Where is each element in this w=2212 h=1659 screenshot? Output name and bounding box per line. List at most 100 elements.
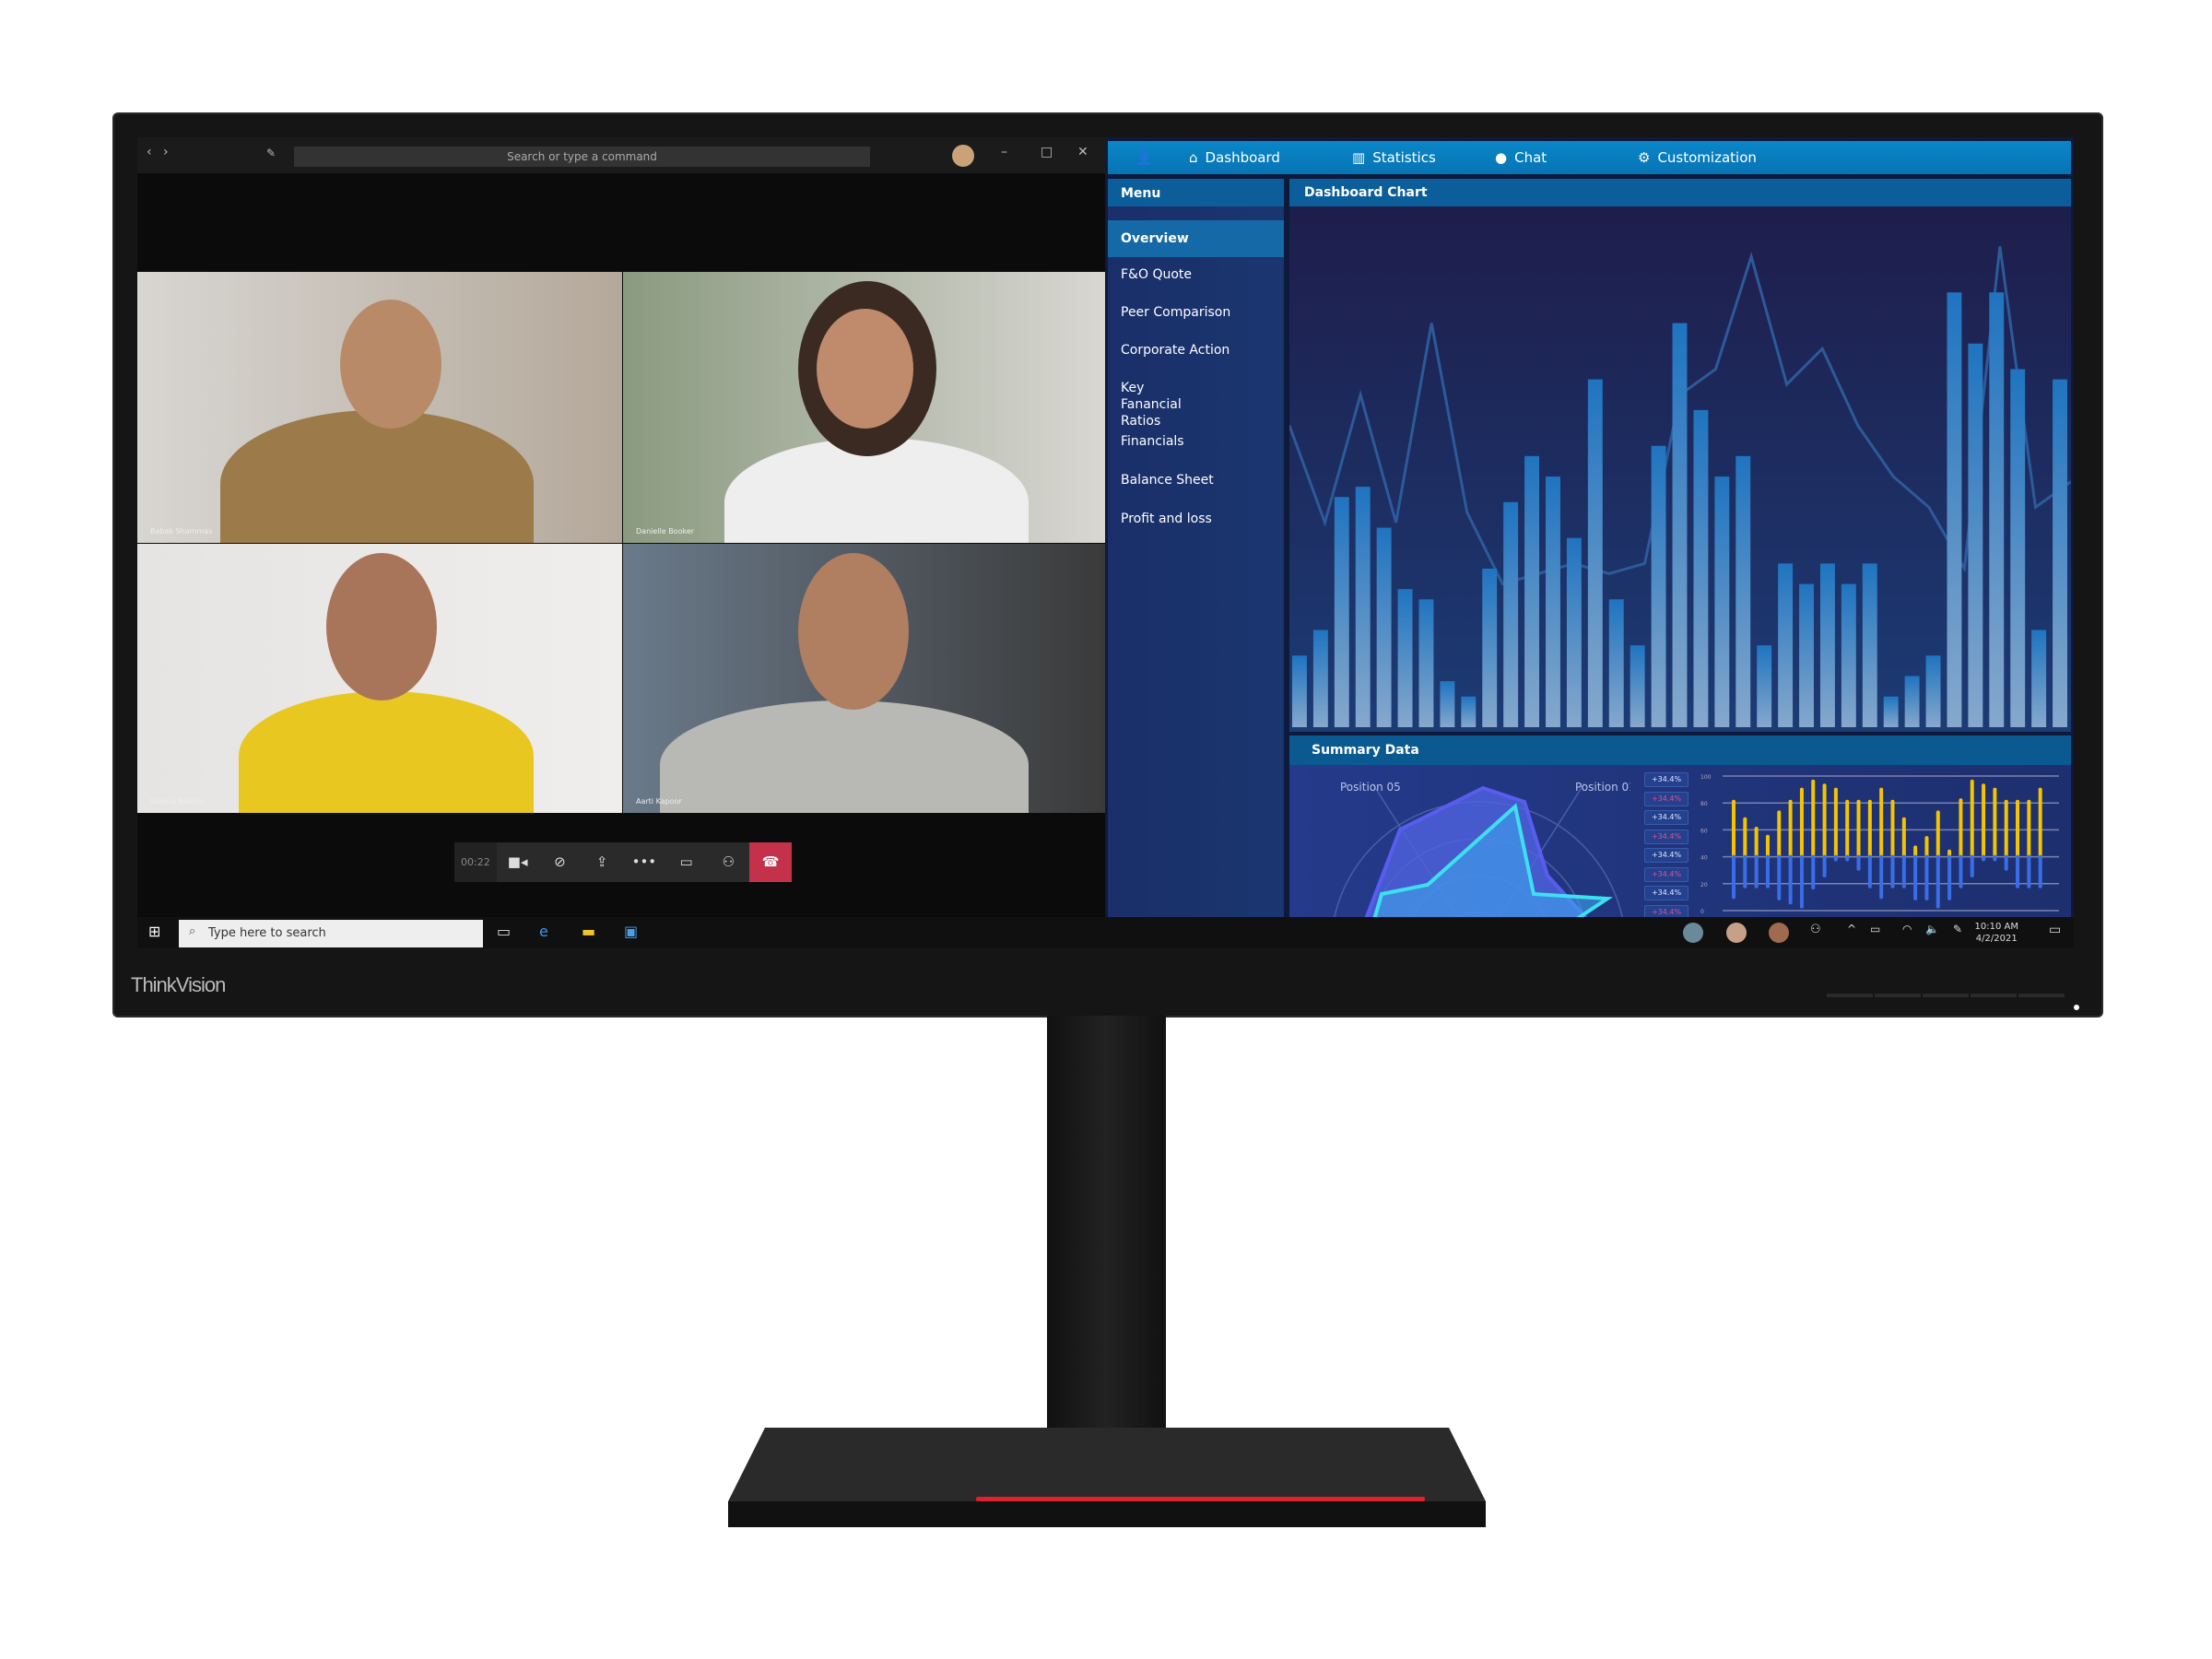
notifications-icon[interactable]: ▭ xyxy=(2049,923,2061,937)
chart-bar xyxy=(1630,645,1645,727)
menu-title: Menu xyxy=(1108,179,1284,206)
edge-icon[interactable]: e xyxy=(539,923,548,940)
dashboard-chart-panel: Dashboard Chart xyxy=(1289,179,2071,732)
chart-bar xyxy=(1841,583,1856,727)
chart-bar xyxy=(1312,629,1328,727)
time: 10:10 AM xyxy=(1974,922,2018,932)
chart-bar xyxy=(1672,323,1688,727)
people-icon[interactable]: ⚇ xyxy=(1810,923,1821,936)
chat-icon[interactable]: ▭ xyxy=(665,842,708,882)
search-input[interactable]: Search or type a command xyxy=(294,147,870,167)
video-tile[interactable]: Aarti Kapoor xyxy=(623,544,1105,813)
share-screen-icon[interactable]: ⇪ xyxy=(581,842,623,882)
home-icon: ⌂ xyxy=(1189,149,1198,166)
contact-avatar[interactable] xyxy=(1726,923,1747,943)
chart-bar xyxy=(1714,477,1730,727)
taskbar: ⊞ Type here to search ⌕ ▭ e ▬ ▣ ⚇ ^ ▭ ◠ … xyxy=(137,917,2074,948)
contact-avatar[interactable] xyxy=(1769,923,1789,943)
forward-icon[interactable]: › xyxy=(163,145,169,159)
more-icon[interactable]: ••• xyxy=(623,842,665,882)
call-timer: 00:22 xyxy=(454,842,497,882)
call-controls: 00:22 ■◂ ⊘ ⇪ ••• ▭ ⚇ ☎ xyxy=(454,842,792,882)
nav-chat[interactable]: ● Chat xyxy=(1495,149,1547,166)
monitor-stand-base xyxy=(728,1428,1486,1527)
windows-start-icon[interactable]: ⊞ xyxy=(148,923,160,940)
radar-label: Position 05 xyxy=(1340,781,1401,794)
chart-bar xyxy=(1735,455,1751,727)
y-tick-label: 40 xyxy=(1700,855,1708,862)
chart-bar xyxy=(1883,696,1899,727)
chart-bar xyxy=(1334,497,1349,727)
clock[interactable]: 10:10 AM 4/2/2021 xyxy=(1975,921,2018,945)
maximize-icon[interactable]: □ xyxy=(1041,145,1053,159)
sidebar-item-key-ratios[interactable]: Key Fanancial Ratios xyxy=(1108,380,1209,429)
nav-label: Dashboard xyxy=(1205,149,1280,166)
participant-name: Danielle Booker xyxy=(636,527,695,535)
chart-bar xyxy=(1862,563,1877,727)
chart-bar xyxy=(1693,409,1709,727)
chart-bar xyxy=(1503,501,1519,727)
wifi-icon[interactable]: ◠ xyxy=(1902,923,1912,935)
nav-dashboard[interactable]: ⌂ Dashboard xyxy=(1189,149,1280,166)
compose-icon[interactable]: ✎ xyxy=(266,147,276,159)
close-icon[interactable]: ✕ xyxy=(1077,145,1088,159)
nav-label: Statistics xyxy=(1372,149,1436,166)
date: 4/2/2021 xyxy=(1975,934,2018,944)
chart-bar xyxy=(1904,676,1920,727)
sidebar-item-peer-comparison[interactable]: Peer Comparison xyxy=(1108,304,1284,321)
task-view-icon[interactable]: ▭ xyxy=(497,923,511,940)
volume-icon[interactable]: 🔈 xyxy=(1925,923,1939,935)
teams-title-bar: ‹ › ✎ Search or type a command – □ ✕ xyxy=(137,137,1105,173)
contact-avatar[interactable] xyxy=(1683,923,1703,943)
search-icon: ⌕ xyxy=(189,924,196,938)
sidebar-item-financials[interactable]: Financials xyxy=(1108,433,1284,450)
battery-icon[interactable]: ▭ xyxy=(1870,923,1880,935)
monitor-stand-neck xyxy=(1047,1016,1166,1463)
pen-icon[interactable]: ✎ xyxy=(1953,923,1962,935)
summary-title: Summary Data xyxy=(1289,735,2071,765)
video-tile[interactable]: Serena Ribeiro xyxy=(137,544,622,813)
back-icon[interactable]: ‹ xyxy=(147,145,152,159)
chart-bar xyxy=(1819,563,1835,727)
change-badge: +34.4% xyxy=(1644,791,1688,806)
chart-bar xyxy=(2010,369,2026,727)
store-icon[interactable]: ▣ xyxy=(624,923,638,940)
video-tile[interactable]: Babak Shammas xyxy=(137,272,622,543)
camera-icon[interactable]: ■◂ xyxy=(497,842,539,882)
sidebar-item-fo-quote[interactable]: F&O Quote xyxy=(1108,266,1284,283)
y-tick-label: 80 xyxy=(1700,801,1708,807)
user-icon[interactable]: 👤 xyxy=(1135,149,1153,166)
avatar[interactable] xyxy=(952,145,974,167)
nav-customization[interactable]: ⚙ Customization xyxy=(1638,149,1757,166)
file-explorer-icon[interactable]: ▬ xyxy=(582,923,595,940)
participants-icon[interactable]: ⚇ xyxy=(708,842,750,882)
change-badge: +34.4% xyxy=(1644,866,1688,882)
power-led xyxy=(2074,1005,2079,1010)
chevron-up-icon[interactable]: ^ xyxy=(1847,923,1856,935)
chart-bar xyxy=(1608,599,1624,727)
y-tick-label: 100 xyxy=(1700,774,1712,781)
monitor-button-mode[interactable] xyxy=(1875,994,1921,997)
nav-statistics[interactable]: ▥ Statistics xyxy=(1352,149,1436,166)
bar-chart-icon: ▥ xyxy=(1352,149,1366,166)
participant-name: Aarti Kapoor xyxy=(636,797,682,806)
hang-up-icon[interactable]: ☎ xyxy=(749,842,792,882)
monitor-button-brightness[interactable] xyxy=(1923,994,1969,997)
minimize-icon[interactable]: – xyxy=(1001,145,1007,159)
video-tile[interactable]: Danielle Booker xyxy=(623,272,1105,543)
sidebar-item-balance-sheet[interactable]: Balance Sheet xyxy=(1108,472,1284,488)
participant-name: Serena Ribeiro xyxy=(150,797,205,806)
monitor-button-input[interactable] xyxy=(1827,994,1873,997)
dashboard-bar-chart xyxy=(1289,246,2071,727)
sidebar-item-corporate-action[interactable]: Corporate Action xyxy=(1108,342,1284,359)
change-badge: +34.4% xyxy=(1644,829,1688,844)
sidebar-item-profit-loss[interactable]: Profit and loss xyxy=(1108,511,1284,527)
monitor-button-menu[interactable] xyxy=(1971,994,2017,997)
summary-panel: Summary Data Position 05 Position 01 +34… xyxy=(1289,735,2071,920)
monitor-button-power[interactable] xyxy=(2018,994,2065,997)
top-nav: 👤 ⌂ Dashboard ▥ Statistics ● Chat ⚙ Customiz… xyxy=(1108,141,2071,174)
nav-label: Chat xyxy=(1514,149,1547,166)
sidebar-item-overview[interactable]: Overview xyxy=(1108,220,1284,257)
taskbar-search[interactable]: Type here to search xyxy=(179,920,483,947)
mic-off-icon[interactable]: ⊘ xyxy=(539,842,582,882)
